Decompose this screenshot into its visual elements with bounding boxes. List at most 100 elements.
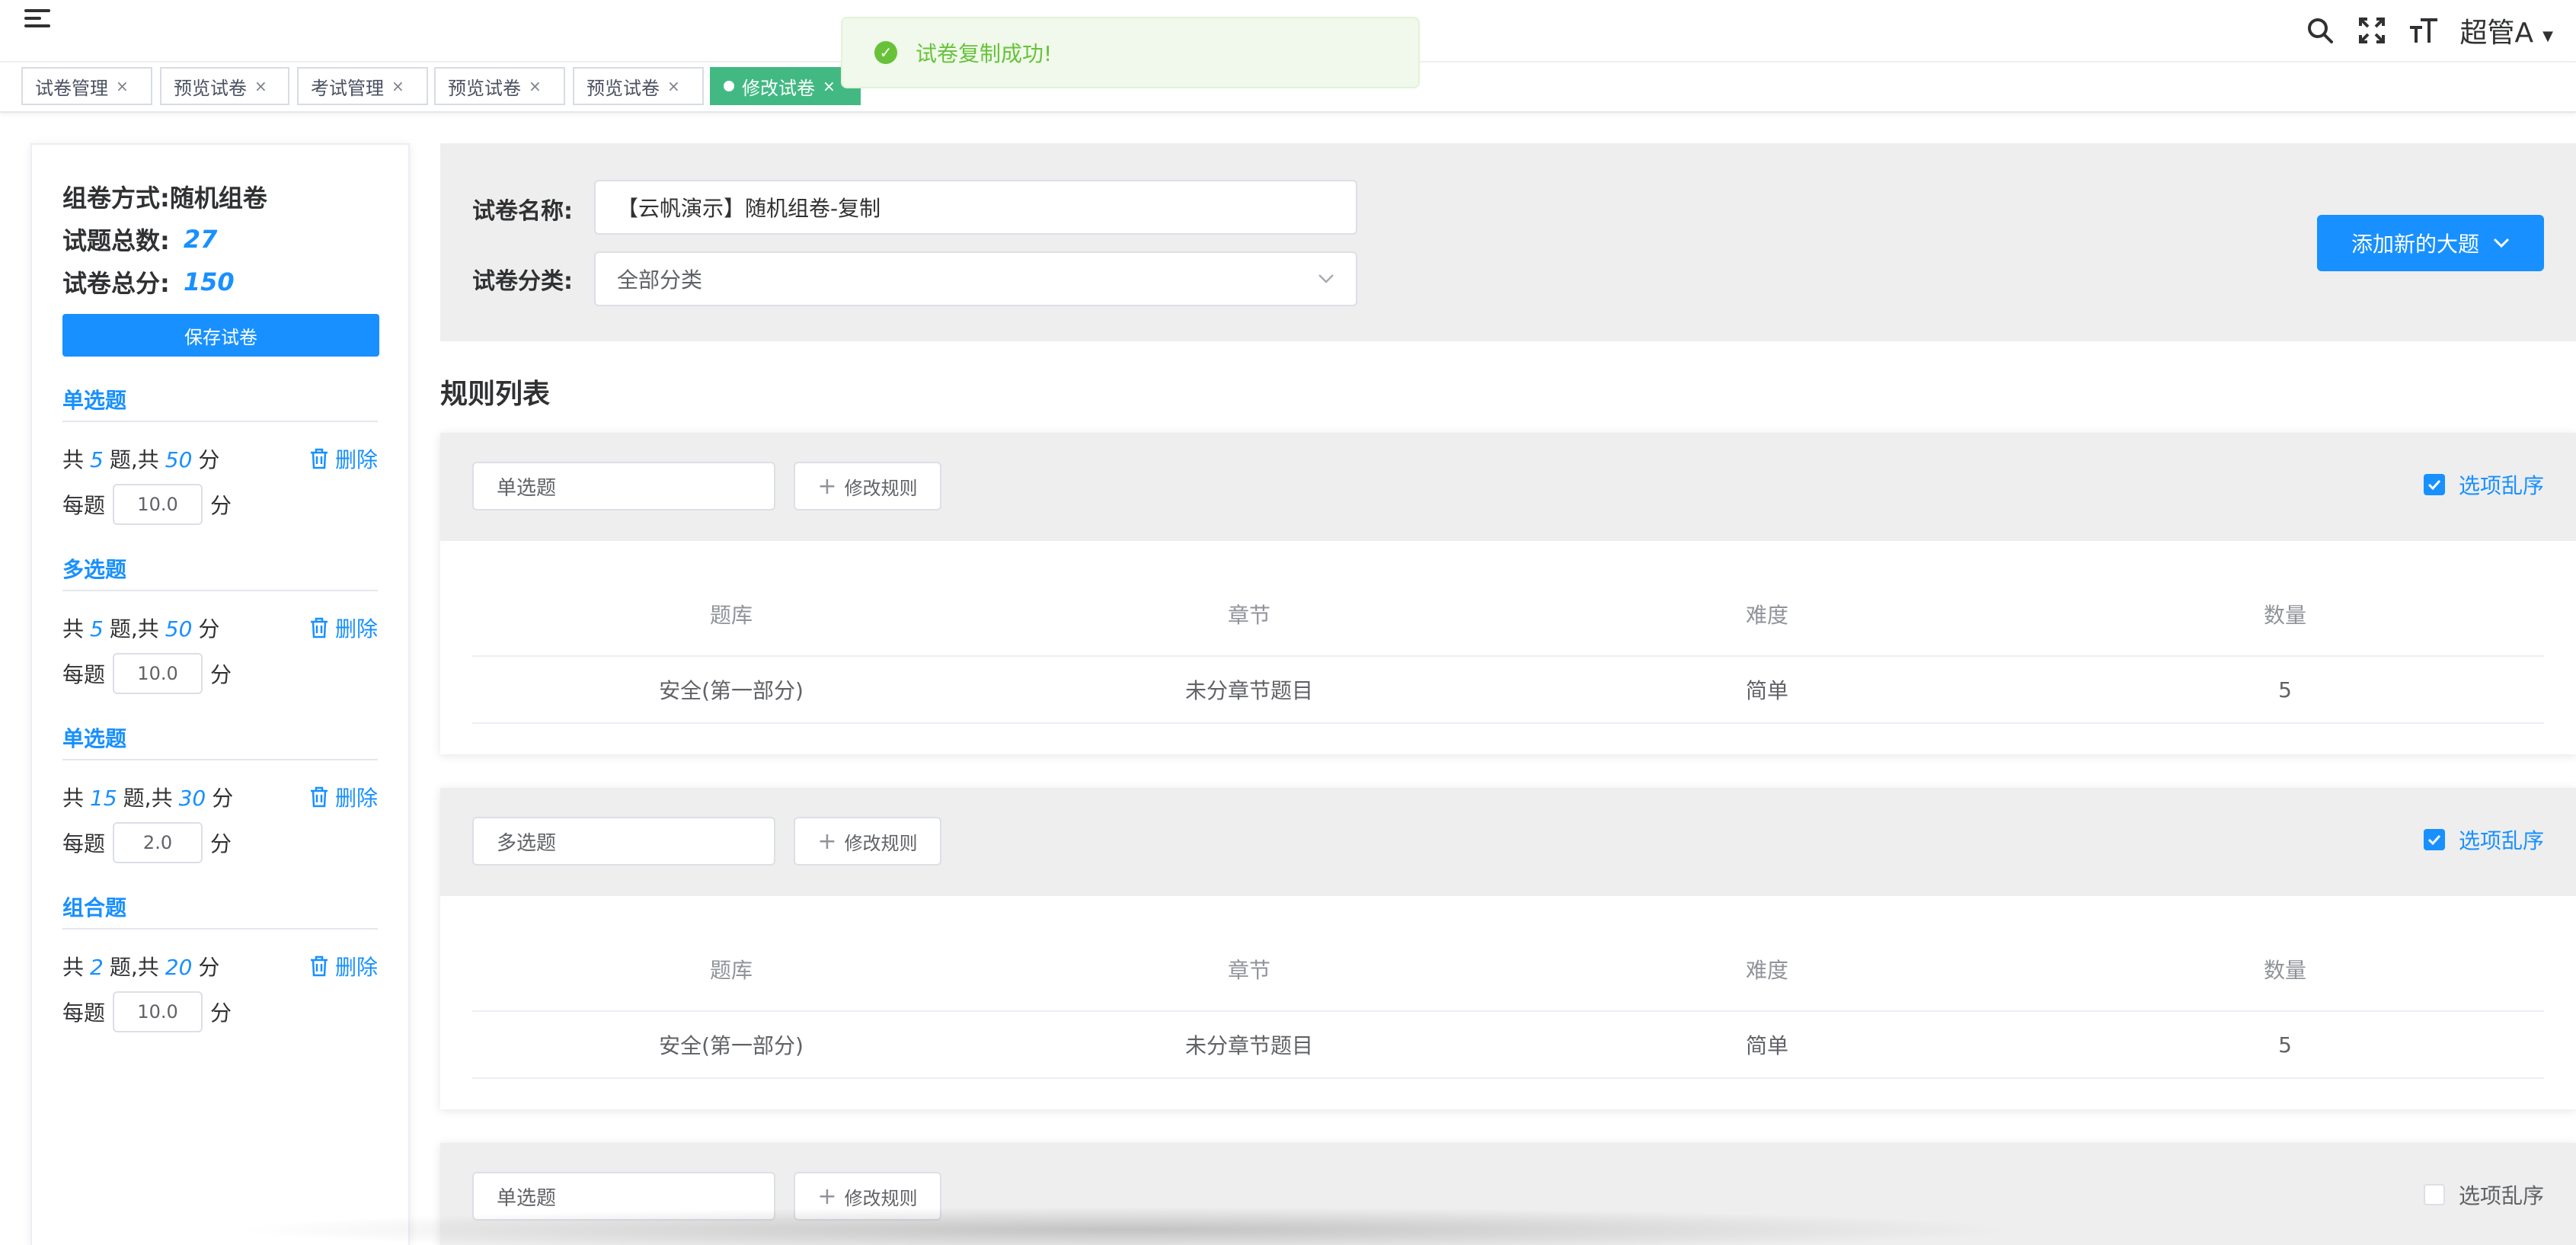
rule-card: 多选题 + 修改规则 选项乱序 题库 章节 难度 数量 安全(第一部分) 未分章节题目 简单 5 [440,788,2576,1109]
save-paper-button[interactable]: 保存试卷 [62,314,379,357]
rule-type-input[interactable]: 多选题 [472,817,775,866]
per-question-label: 每题 [62,831,106,856]
delete-group-button[interactable]: 删除 [309,443,378,474]
close-icon[interactable]: × [116,77,129,95]
group-count: 5 [90,447,104,472]
group-stats-text: 共 5 题,共 50 分 [62,613,219,643]
close-icon[interactable]: × [823,77,836,95]
question-group: 多选题共 5 题,共 50 分删除 每题 10.0 分 [62,553,378,695]
group-title: 多选题 [62,553,378,591]
per-question-unit: 分 [210,662,232,687]
text-ti: 题, [109,955,138,980]
per-question-score-input[interactable]: 10.0 [113,484,203,525]
per-question-score-input[interactable]: 10.0 [113,653,203,694]
column-header: 章节 [1227,958,1270,983]
close-icon[interactable]: × [667,77,680,95]
delete-group-button[interactable]: 删除 [309,951,378,981]
text-gong: 共 [62,786,85,811]
search-icon[interactable] [2305,15,2335,46]
group-title: 组合题 [62,891,378,930]
question-group: 组合题共 2 题,共 20 分删除 每题 10.0 分 [62,891,378,1033]
checkbox-checked[interactable] [2423,474,2445,495]
per-question-unit: 分 [210,493,232,518]
rule-table: 题库 章节 难度 数量 安全(第一部分) 未分章节题目 简单 5 [472,541,2544,754]
text-fen: 分 [212,786,234,811]
tab-0[interactable]: 试卷管理 × [21,67,152,105]
delete-group-button[interactable]: 删除 [309,782,378,812]
delete-label: 删除 [334,616,378,642]
edit-rule-button[interactable]: + 修改规则 [794,462,941,510]
trash-icon [310,448,328,469]
table-row: 安全(第一部分) 未分章节题目 简单 5 [472,1012,2544,1079]
per-question-row: 每题 2.0 分 [62,821,378,864]
close-icon[interactable]: × [529,77,542,95]
text-gong: 共 [62,955,85,980]
tab-1[interactable]: 预览试卷 × [160,67,289,105]
tab-2[interactable]: 考试管理 × [297,67,428,105]
rule-header: 单选题 + 修改规则 选项乱序 [440,1143,2576,1245]
tab-label: 修改试卷 [742,77,815,99]
text-gong: 共 [62,616,85,642]
table-cell: 未分章节题目 [1184,678,1313,703]
tab-label: 试卷管理 [35,77,108,99]
menu-toggle-icon[interactable] [24,9,52,35]
group-stats-text: 共 5 题,共 50 分 [62,443,219,474]
group-stats: 共 5 题,共 50 分 删除 [62,606,378,649]
chevron-down-icon: ▼ [2542,27,2553,44]
plus-icon: + [817,1183,837,1210]
delete-group-button[interactable]: 删除 [309,613,378,643]
question-group: 单选题共 15 题,共 30 分删除 每题 2.0 分 [62,722,378,864]
tab-5-active[interactable]: 修改试卷 × [710,67,861,105]
group-stats-text: 共 2 题,共 20 分 [62,951,219,981]
check-circle-icon: ✓ [874,41,897,64]
per-question-label: 每题 [62,1000,106,1026]
shuffle-options-toggle[interactable]: 选项乱序 [2423,823,2544,856]
shuffle-label: 选项乱序 [2458,473,2544,498]
paper-category-select[interactable]: 全部分类 [594,251,1357,306]
rule-header: 单选题 + 修改规则 选项乱序 [440,433,2576,541]
per-question-unit: 分 [210,831,232,856]
per-question-score-input[interactable]: 10.0 [113,991,203,1032]
close-icon[interactable]: × [254,77,267,95]
edit-rule-button[interactable]: + 修改规则 [794,817,941,866]
shuffle-options-toggle[interactable]: 选项乱序 [2423,468,2544,501]
edit-rule-label: 修改规则 [844,1187,918,1209]
tab-3[interactable]: 预览试卷 × [434,67,565,105]
close-icon[interactable]: × [392,77,404,95]
text-gong: 共 [137,616,159,642]
edit-rule-button[interactable]: + 修改规则 [794,1172,941,1221]
shuffle-options-toggle[interactable]: 选项乱序 [2423,1178,2544,1211]
column-header: 题库 [709,603,753,628]
table-cell: 安全(第一部分) [659,1033,804,1058]
per-question-label: 每题 [62,493,106,518]
rule-type-input[interactable]: 单选题 [472,462,775,510]
paper-category-value: 全部分类 [617,267,703,293]
tab-label: 预览试卷 [448,77,521,99]
success-toast: ✓ 试卷复制成功! [841,17,1420,88]
column-header: 章节 [1227,603,1270,628]
column-header: 题库 [709,958,753,983]
font-size-icon[interactable] [2408,15,2439,46]
text-gong: 共 [137,447,159,472]
fullscreen-icon[interactable] [2357,15,2387,46]
per-question-score-input[interactable]: 2.0 [113,822,203,863]
group-stats: 共 2 题,共 20 分删除 [62,945,378,987]
edit-rule-label: 修改规则 [844,477,918,499]
paper-name-input[interactable]: 【云帆演示】随机组卷-复制 [594,180,1357,235]
table-header: 题库 章节 难度 数量 [472,541,2544,657]
checkbox-checked[interactable] [2423,829,2445,850]
tab-4[interactable]: 预览试卷 × [573,67,704,105]
text-ti: 题, [123,786,152,811]
edit-rule-label: 修改规则 [844,832,918,854]
column-header: 难度 [1745,603,1788,628]
text-fen: 分 [198,955,220,980]
score-total: 试卷总分: 150 [62,261,378,303]
rule-type-input[interactable]: 单选题 [472,1172,775,1221]
user-menu[interactable]: 超管A ▼ [2460,11,2553,50]
chevron-down-icon [2493,238,2510,248]
checkbox-unchecked[interactable] [2423,1184,2445,1205]
add-section-button[interactable]: 添加新的大题 [2317,215,2544,271]
paper-name-label: 试卷名称: [472,198,573,225]
trash-icon [310,786,328,808]
rule-card: 单选题 + 修改规则 选项乱序 [440,1143,2576,1245]
